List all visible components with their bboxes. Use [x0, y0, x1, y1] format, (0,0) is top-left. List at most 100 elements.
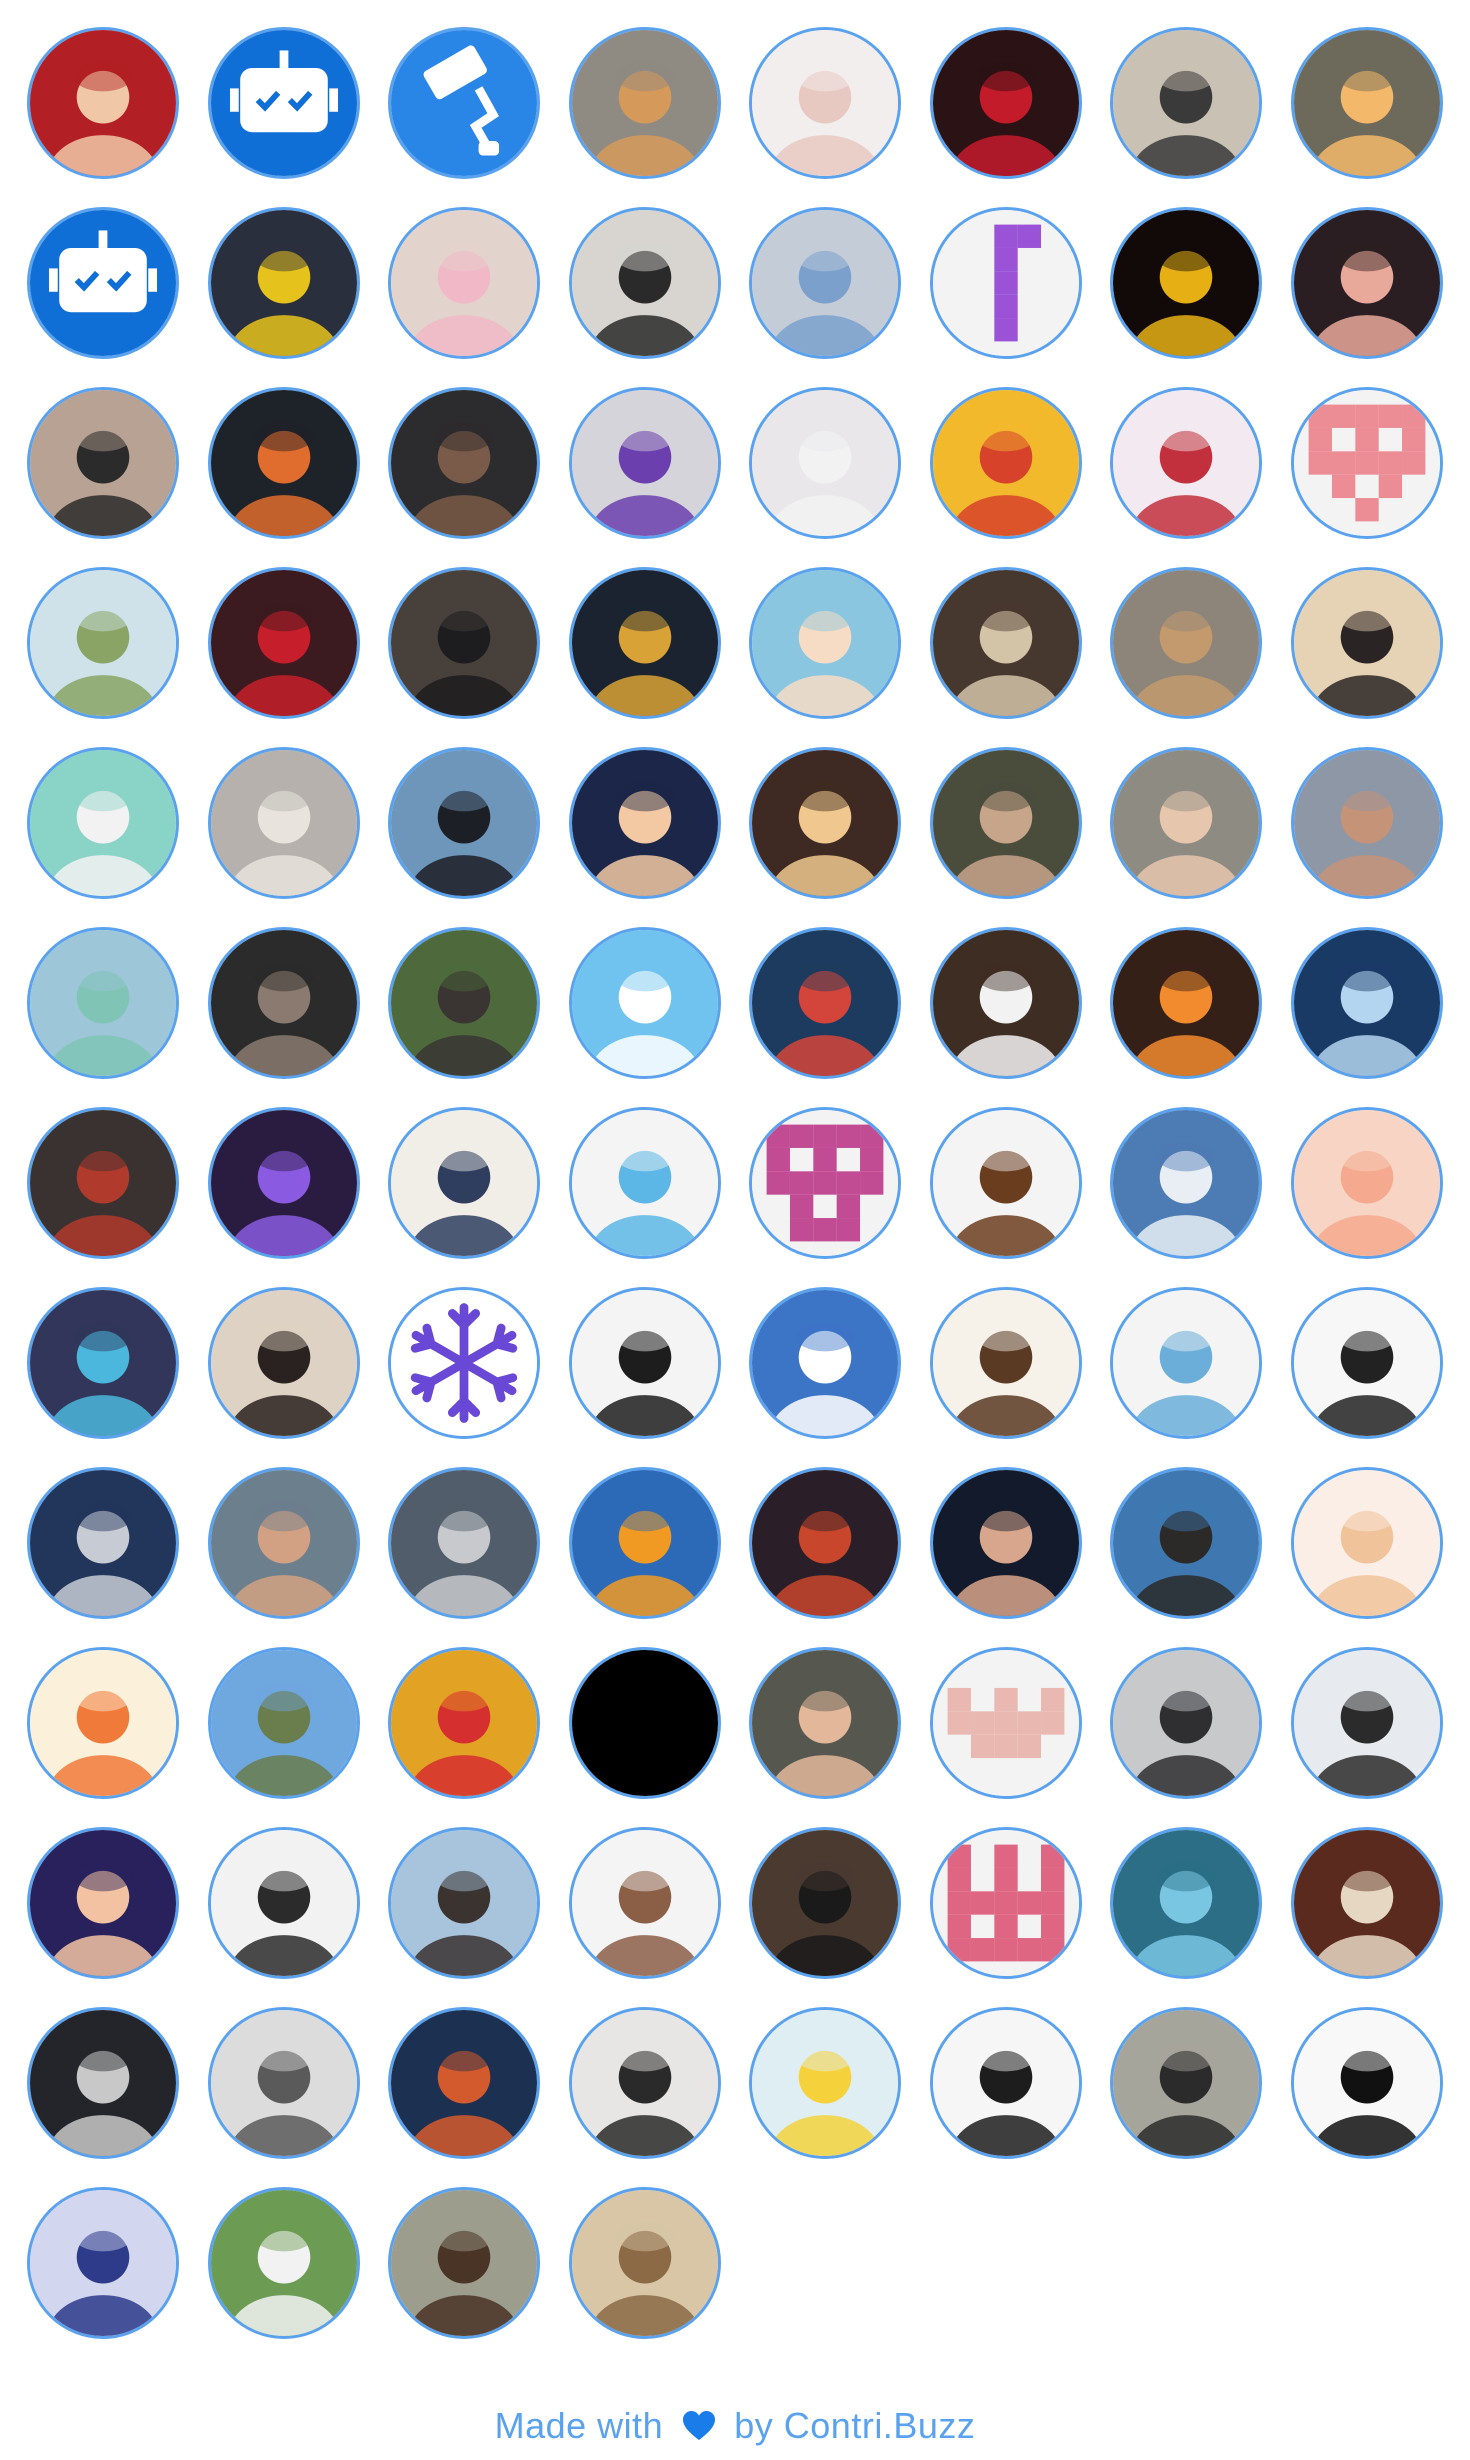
contributor-avatar[interactable]: [749, 387, 901, 539]
contributor-avatar[interactable]: [207, 387, 360, 539]
contributor-avatar[interactable]: [929, 1287, 1082, 1439]
contributor-avatar[interactable]: [1290, 1287, 1443, 1439]
contributor-avatar[interactable]: [27, 1107, 179, 1259]
contributor-avatar[interactable]: [568, 207, 721, 359]
contributor-avatar[interactable]: [388, 387, 540, 539]
contributor-avatar[interactable]: [749, 1467, 901, 1619]
contributor-avatar[interactable]: [27, 1827, 179, 1979]
contributor-avatar[interactable]: [388, 1467, 540, 1619]
contributor-avatar[interactable]: [749, 1647, 901, 1799]
contributor-avatar[interactable]: [749, 1287, 901, 1439]
contributor-avatar[interactable]: [207, 1107, 360, 1259]
contributor-avatar[interactable]: [207, 2007, 360, 2159]
contributor-avatar[interactable]: [1110, 1647, 1262, 1799]
contributor-avatar[interactable]: [749, 1827, 901, 1979]
contributor-avatar[interactable]: [27, 1647, 179, 1799]
contributor-avatar[interactable]: [749, 927, 901, 1079]
contributor-avatar[interactable]: [388, 1287, 540, 1439]
contributor-avatar[interactable]: [388, 927, 540, 1079]
contributor-avatar[interactable]: [27, 1467, 179, 1619]
contributor-avatar[interactable]: [929, 747, 1082, 899]
contributor-avatar[interactable]: [568, 747, 721, 899]
contributor-avatar[interactable]: [388, 27, 540, 179]
contributor-avatar[interactable]: [207, 747, 360, 899]
contributor-avatar[interactable]: [1110, 1107, 1262, 1259]
contributor-avatar[interactable]: [568, 387, 721, 539]
contributor-avatar[interactable]: [568, 2187, 721, 2339]
contributor-avatar[interactable]: [1290, 1827, 1443, 1979]
contributor-avatar[interactable]: [749, 1107, 901, 1259]
contributor-avatar[interactable]: [1290, 567, 1443, 719]
contributor-avatar[interactable]: [27, 27, 179, 179]
contributor-avatar[interactable]: [749, 747, 901, 899]
contributor-avatar[interactable]: [388, 1107, 540, 1259]
contributor-avatar[interactable]: [929, 1647, 1082, 1799]
contributor-avatar[interactable]: [388, 2187, 540, 2339]
contributor-avatar[interactable]: [1290, 207, 1443, 359]
contributor-avatar[interactable]: [929, 387, 1082, 539]
contributor-avatar[interactable]: [207, 2187, 360, 2339]
contributor-avatar[interactable]: [27, 2007, 179, 2159]
contributor-avatar[interactable]: [568, 27, 721, 179]
contributor-avatar[interactable]: [749, 567, 901, 719]
contributor-avatar[interactable]: [388, 1647, 540, 1799]
contributor-avatar[interactable]: [568, 1647, 721, 1799]
contributor-avatar[interactable]: [207, 27, 360, 179]
contributor-avatar[interactable]: [568, 1827, 721, 1979]
contributor-avatar[interactable]: [388, 567, 540, 719]
contributor-avatar[interactable]: [1110, 27, 1262, 179]
contributor-avatar[interactable]: [207, 1287, 360, 1439]
contributor-avatar[interactable]: [568, 1107, 721, 1259]
contributor-avatar[interactable]: [1110, 387, 1262, 539]
contributor-avatar[interactable]: [929, 1827, 1082, 1979]
contributor-avatar[interactable]: [929, 567, 1082, 719]
contributor-avatar[interactable]: [1110, 747, 1262, 899]
contributor-avatar[interactable]: [388, 747, 540, 899]
contributor-avatar[interactable]: [27, 207, 179, 359]
contributor-avatar[interactable]: [207, 1827, 360, 1979]
contributor-avatar[interactable]: [568, 1467, 721, 1619]
contributor-avatar[interactable]: [388, 2007, 540, 2159]
contributor-avatar[interactable]: [929, 1107, 1082, 1259]
contributor-avatar[interactable]: [207, 207, 360, 359]
contributor-avatar[interactable]: [1110, 567, 1262, 719]
contributor-avatar[interactable]: [1110, 207, 1262, 359]
contributor-avatar[interactable]: [27, 387, 179, 539]
contributor-avatar[interactable]: [1290, 1467, 1443, 1619]
contributor-avatar[interactable]: [1290, 927, 1443, 1079]
contributor-avatar[interactable]: [1110, 1467, 1262, 1619]
contributor-avatar[interactable]: [568, 927, 721, 1079]
contributor-avatar[interactable]: [207, 1467, 360, 1619]
contributor-avatar[interactable]: [27, 2187, 179, 2339]
contributor-avatar[interactable]: [929, 2007, 1082, 2159]
contributor-avatar[interactable]: [568, 567, 721, 719]
contributor-avatar[interactable]: [207, 927, 360, 1079]
contributor-avatar[interactable]: [1290, 387, 1443, 539]
contributor-avatar[interactable]: [929, 207, 1082, 359]
contributor-avatar[interactable]: [929, 1467, 1082, 1619]
contributor-avatar[interactable]: [1290, 27, 1443, 179]
contributor-avatar[interactable]: [27, 747, 179, 899]
contributor-avatar[interactable]: [1110, 2007, 1262, 2159]
contributor-avatar[interactable]: [1290, 2007, 1443, 2159]
contributor-avatar[interactable]: [1290, 747, 1443, 899]
contributor-avatar[interactable]: [929, 927, 1082, 1079]
contributor-avatar[interactable]: [27, 927, 179, 1079]
contributor-avatar[interactable]: [27, 1287, 179, 1439]
contributor-avatar[interactable]: [1290, 1107, 1443, 1259]
contributor-avatar[interactable]: [27, 567, 179, 719]
contributor-avatar[interactable]: [749, 207, 901, 359]
contributor-avatar[interactable]: [1110, 1287, 1262, 1439]
contributor-avatar[interactable]: [388, 207, 540, 359]
contributor-avatar[interactable]: [568, 2007, 721, 2159]
contributor-avatar[interactable]: [207, 1647, 360, 1799]
contributor-avatar[interactable]: [1110, 1827, 1262, 1979]
contributor-avatar[interactable]: [388, 1827, 540, 1979]
contributor-avatar[interactable]: [749, 27, 901, 179]
contributor-avatar[interactable]: [207, 567, 360, 719]
contributor-avatar[interactable]: [1110, 927, 1262, 1079]
contributor-avatar[interactable]: [749, 2007, 901, 2159]
contributor-avatar[interactable]: [1290, 1647, 1443, 1799]
contributor-avatar[interactable]: [568, 1287, 721, 1439]
contributor-avatar[interactable]: [929, 27, 1082, 179]
